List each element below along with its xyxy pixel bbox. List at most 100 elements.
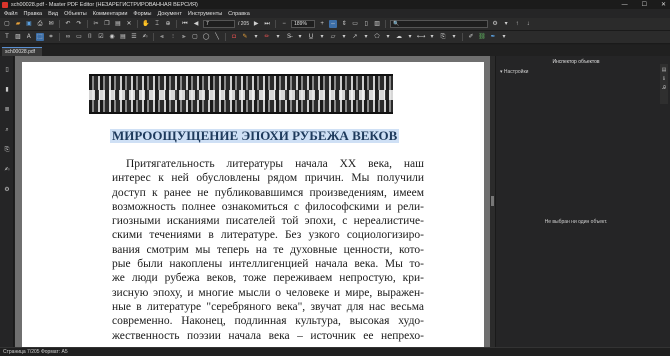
underline-icon[interactable]: U̲ [307, 33, 315, 41]
align-left-icon[interactable]: ⫷ [158, 33, 166, 41]
align-center-icon[interactable]: ⫶ [169, 33, 177, 41]
cloud-tool-icon[interactable]: ☁ [395, 33, 403, 41]
rectangle-tool-icon[interactable]: ▢ [191, 33, 199, 41]
menu-view[interactable]: Вид [48, 11, 58, 17]
menu-file[interactable]: Файл [4, 11, 18, 17]
layers-panel-icon[interactable]: ≣ [3, 106, 11, 114]
object-select-icon[interactable]: ⬚ [36, 33, 44, 41]
fit-width-icon[interactable]: ⇔ [329, 20, 338, 28]
properties-tab-icon[interactable]: ▤ [660, 67, 668, 73]
search-options-gear-icon[interactable]: ⚙ [491, 20, 499, 28]
search-panel-icon[interactable]: ⌕ [3, 126, 11, 134]
print-icon[interactable]: ⎙ [36, 20, 44, 28]
radio-field-icon[interactable]: ◉ [108, 33, 116, 41]
chevron-down-icon[interactable]: ▾ [318, 33, 326, 41]
pencil-icon[interactable]: ✏ [263, 33, 271, 41]
note-icon[interactable]: ▱ [329, 33, 337, 41]
menu-edit[interactable]: Правка [24, 11, 43, 17]
text-field-icon[interactable]: ⌷ [86, 33, 94, 41]
chevron-down-icon[interactable]: ▾ [340, 33, 348, 41]
list-field-icon[interactable]: ☰ [130, 33, 138, 41]
email-icon[interactable]: ✉ [47, 20, 55, 28]
menu-document[interactable]: Документ [157, 11, 181, 17]
hand-tool-icon[interactable]: ✋ [142, 20, 150, 28]
chevron-down-icon[interactable]: ▾ [502, 20, 510, 28]
strikeout-icon[interactable]: S̶ [285, 33, 293, 41]
chevron-down-icon[interactable]: ▾ [274, 33, 282, 41]
add-text-icon[interactable]: Ꭺ [25, 33, 33, 41]
pages-panel-icon[interactable]: ▯ [3, 66, 11, 74]
page-body-text[interactable]: Притягательность литературы начала XX ве… [112, 157, 424, 343]
ellipse-tool-icon[interactable]: ◯ [202, 33, 210, 41]
menu-comments[interactable]: Комментарии [93, 11, 128, 17]
checkbox-field-icon[interactable]: ☑ [97, 33, 105, 41]
settings-panel-icon[interactable]: ⚙ [3, 186, 11, 194]
edit-image-icon[interactable]: ▨ [14, 33, 22, 41]
tab-document[interactable]: sch00028.pdf [2, 47, 42, 56]
signatures-panel-icon[interactable]: ✍ [3, 166, 11, 174]
scrollbar-thumb[interactable] [491, 196, 494, 206]
zoom-out-icon[interactable]: − [280, 20, 288, 28]
bookmarks-panel-icon[interactable]: ▮ [3, 86, 11, 94]
chevron-down-icon[interactable]: ▾ [450, 33, 458, 41]
redo-icon[interactable]: ↷ [75, 20, 83, 28]
single-page-icon[interactable]: ▯ [362, 20, 370, 28]
attachments-panel-icon[interactable]: ⎘ [3, 146, 11, 154]
measure-tool-icon[interactable]: ⟷ [417, 33, 426, 41]
attach-file-icon[interactable]: ⎘ [439, 33, 447, 41]
first-page-icon[interactable]: ⏮ [181, 20, 189, 28]
arrow-tool-icon[interactable]: ↗ [351, 33, 359, 41]
menu-tools[interactable]: Инструменты [188, 11, 222, 17]
page-heading[interactable]: МИРООЩУЩЕНИЕ ЭПОХИ РУБЕЖА ВЕКОВ [110, 129, 400, 143]
fit-page-icon[interactable]: ⇕ [340, 20, 348, 28]
maximize-button[interactable]: ☐ [642, 1, 647, 8]
combo-field-icon[interactable]: ▤ [119, 33, 127, 41]
two-page-icon[interactable]: ▥ [373, 20, 381, 28]
align-right-icon[interactable]: ⫸ [180, 33, 188, 41]
new-document-icon[interactable]: ▢ [3, 20, 11, 28]
menu-help[interactable]: Справка [228, 11, 250, 17]
paste-icon[interactable]: ▤ [114, 20, 122, 28]
close-button[interactable]: ✕ [661, 1, 666, 8]
stamp-icon[interactable]: ◘ [230, 33, 238, 41]
document-info-tab-icon[interactable]: ℹ [660, 76, 668, 82]
chevron-down-icon[interactable]: ▾ [500, 33, 508, 41]
save-icon[interactable]: ▣ [25, 20, 33, 28]
chevron-down-icon[interactable]: ▾ [252, 33, 260, 41]
copy-icon[interactable]: ❐ [103, 20, 111, 28]
polygon-tool-icon[interactable]: ⬠ [373, 33, 381, 41]
eyedropper-icon[interactable]: ✐ [467, 33, 475, 41]
chevron-down-icon[interactable]: ▾ [362, 33, 370, 41]
document-canvas[interactable]: МИРООЩУЩЕНИЕ ЭПОХИ РУБЕЖА ВЕКОВ Притягат… [15, 56, 490, 347]
signature-field-icon[interactable]: ✍ [141, 33, 149, 41]
zoom-in-icon[interactable]: + [318, 20, 326, 28]
select-tool-icon[interactable]: ⌶ [153, 20, 161, 28]
minimize-button[interactable]: — [622, 2, 628, 8]
zoom-tool-icon[interactable]: ⊕ [164, 20, 172, 28]
previous-page-icon[interactable]: ◀ [192, 20, 200, 28]
chevron-down-icon[interactable]: ▾ [384, 33, 392, 41]
actual-size-icon[interactable]: ▭ [351, 20, 359, 28]
cut-icon[interactable]: ✂ [92, 20, 100, 28]
inspector-settings-group[interactable]: ▾ Настройки [500, 69, 528, 75]
fonts-tab-icon[interactable]: Ꭿ [660, 85, 668, 91]
search-previous-icon[interactable]: ↑ [513, 20, 521, 28]
last-page-icon[interactable]: ⏭ [263, 20, 271, 28]
link-tool-icon[interactable]: ⛓ [478, 33, 486, 41]
undo-icon[interactable]: ↶ [64, 20, 72, 28]
chevron-down-icon[interactable]: ▾ [428, 33, 436, 41]
line-tool-icon[interactable]: ╲ [213, 33, 221, 41]
chevron-down-icon[interactable]: ▾ [406, 33, 414, 41]
next-page-icon[interactable]: ▶ [252, 20, 260, 28]
search-next-icon[interactable]: ↓ [524, 20, 532, 28]
delete-icon[interactable]: ✕ [125, 20, 133, 28]
chevron-down-icon[interactable]: ▾ [296, 33, 304, 41]
button-field-icon[interactable]: ▭ [75, 33, 83, 41]
menu-forms[interactable]: Формы [133, 11, 151, 17]
crop-icon[interactable]: ⌗ [47, 33, 55, 41]
pdf-page[interactable]: МИРООЩУЩЕНИЕ ЭПОХИ РУБЕЖА ВЕКОВ Притягат… [22, 62, 484, 347]
open-folder-icon[interactable]: ▰ [14, 20, 22, 28]
highlight-icon[interactable]: ✎ [241, 33, 249, 41]
sign-document-icon[interactable]: ✒ [489, 33, 497, 41]
edit-text-icon[interactable]: T [3, 33, 11, 41]
